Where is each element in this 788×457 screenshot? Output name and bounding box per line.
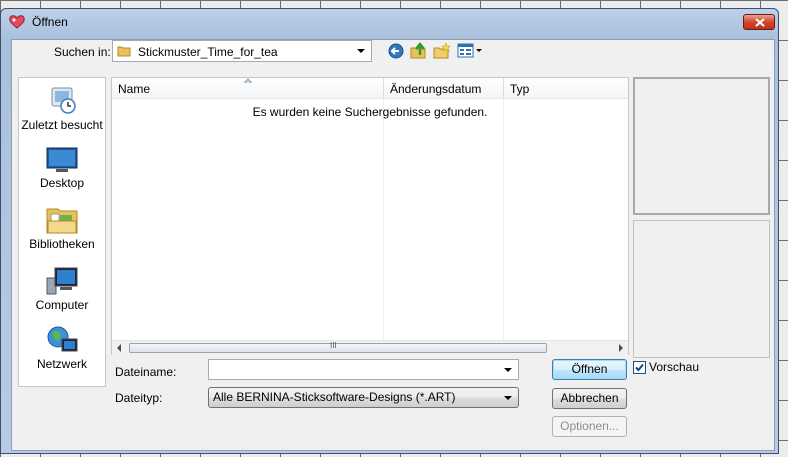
cancel-button[interactable]: Abbrechen — [552, 388, 627, 409]
column-header-date-label: Änderungsdatum — [390, 82, 482, 96]
options-button[interactable]: Optionen... — [552, 416, 627, 437]
scroll-grip: III — [330, 341, 337, 350]
app-icon — [9, 15, 25, 29]
chevron-down-icon — [357, 49, 365, 53]
empty-results-message: Es wurden keine Suchergebnisse gefunden. — [252, 105, 488, 119]
filename-label: Dateiname: — [115, 365, 177, 379]
lookin-label: Suchen in: — [54, 45, 111, 59]
window-title: Öffnen — [32, 15, 68, 29]
place-recent[interactable]: Zuletzt besucht — [19, 84, 105, 132]
horizontal-scrollbar[interactable]: III — [112, 340, 628, 355]
column-divider — [503, 99, 504, 340]
filename-input[interactable] — [208, 359, 519, 380]
place-desktop-label: Desktop — [39, 176, 85, 190]
up-folder-icon — [410, 41, 426, 59]
chevron-down-icon — [504, 396, 512, 400]
desktop-icon — [46, 147, 78, 172]
preview-checkbox-label: Vorschau — [649, 360, 700, 374]
back-button[interactable] — [388, 43, 404, 62]
scrollbar-thumb[interactable]: III — [129, 341, 547, 353]
lookin-value: Stickmuster_Time_for_tea — [138, 45, 278, 59]
place-libraries[interactable]: Bibliotheken — [19, 205, 105, 251]
recent-places-icon — [51, 87, 76, 114]
new-folder-button[interactable] — [433, 42, 451, 63]
column-header-type[interactable]: Typ — [504, 78, 628, 99]
filetype-label: Dateityp: — [115, 391, 163, 405]
view-menu-icon — [457, 43, 482, 58]
scroll-right-icon[interactable] — [618, 344, 624, 352]
column-divider — [383, 99, 384, 340]
column-header-date[interactable]: Änderungsdatum — [384, 78, 504, 99]
view-menu-button[interactable] — [457, 42, 483, 60]
place-recent-label: Zuletzt besucht — [21, 118, 103, 132]
column-header-name[interactable]: Name — [112, 78, 384, 99]
file-list[interactable]: Name Änderungsdatum Typ Es wurden keine … — [111, 77, 629, 355]
lookin-dropdown[interactable]: Stickmuster_Time_for_tea — [112, 40, 372, 62]
network-icon — [47, 326, 78, 352]
close-icon — [755, 18, 765, 27]
filetype-value: Alle BERNINA-Sticksoftware-Designs (*.AR… — [213, 390, 456, 404]
places-bar: Zuletzt besucht Desktop Bibliotheken Com… — [18, 77, 106, 387]
preview-checkbox-box[interactable] — [633, 361, 646, 374]
place-libraries-label: Bibliotheken — [29, 237, 95, 251]
place-network-label: Netzwerk — [36, 357, 87, 371]
open-button[interactable]: Öffnen — [552, 359, 627, 380]
column-header-type-label: Typ — [510, 82, 530, 96]
scroll-left-icon[interactable] — [116, 344, 122, 352]
new-folder-icon — [433, 42, 451, 59]
place-computer-label: Computer — [35, 298, 89, 312]
folder-icon — [117, 46, 131, 57]
computer-icon — [46, 267, 78, 295]
sort-ascending-icon — [244, 78, 252, 83]
place-computer[interactable]: Computer — [19, 266, 105, 312]
column-header-name-label: Name — [118, 82, 151, 96]
preview-info-pane — [633, 220, 770, 358]
open-dialog-window: Öffnen Suchen in: Stickmuster_Time_for_t… — [0, 8, 779, 454]
place-desktop[interactable]: Desktop — [19, 146, 105, 190]
back-icon — [388, 43, 404, 59]
libraries-icon — [46, 208, 78, 234]
preview-pane — [633, 77, 770, 215]
filetype-dropdown[interactable]: Alle BERNINA-Sticksoftware-Designs (*.AR… — [208, 387, 519, 408]
up-folder-button[interactable] — [410, 41, 428, 63]
close-button[interactable] — [743, 14, 775, 30]
place-network[interactable]: Netzwerk — [19, 325, 105, 371]
chevron-down-icon[interactable] — [504, 368, 512, 372]
checkmark-icon — [635, 363, 644, 372]
